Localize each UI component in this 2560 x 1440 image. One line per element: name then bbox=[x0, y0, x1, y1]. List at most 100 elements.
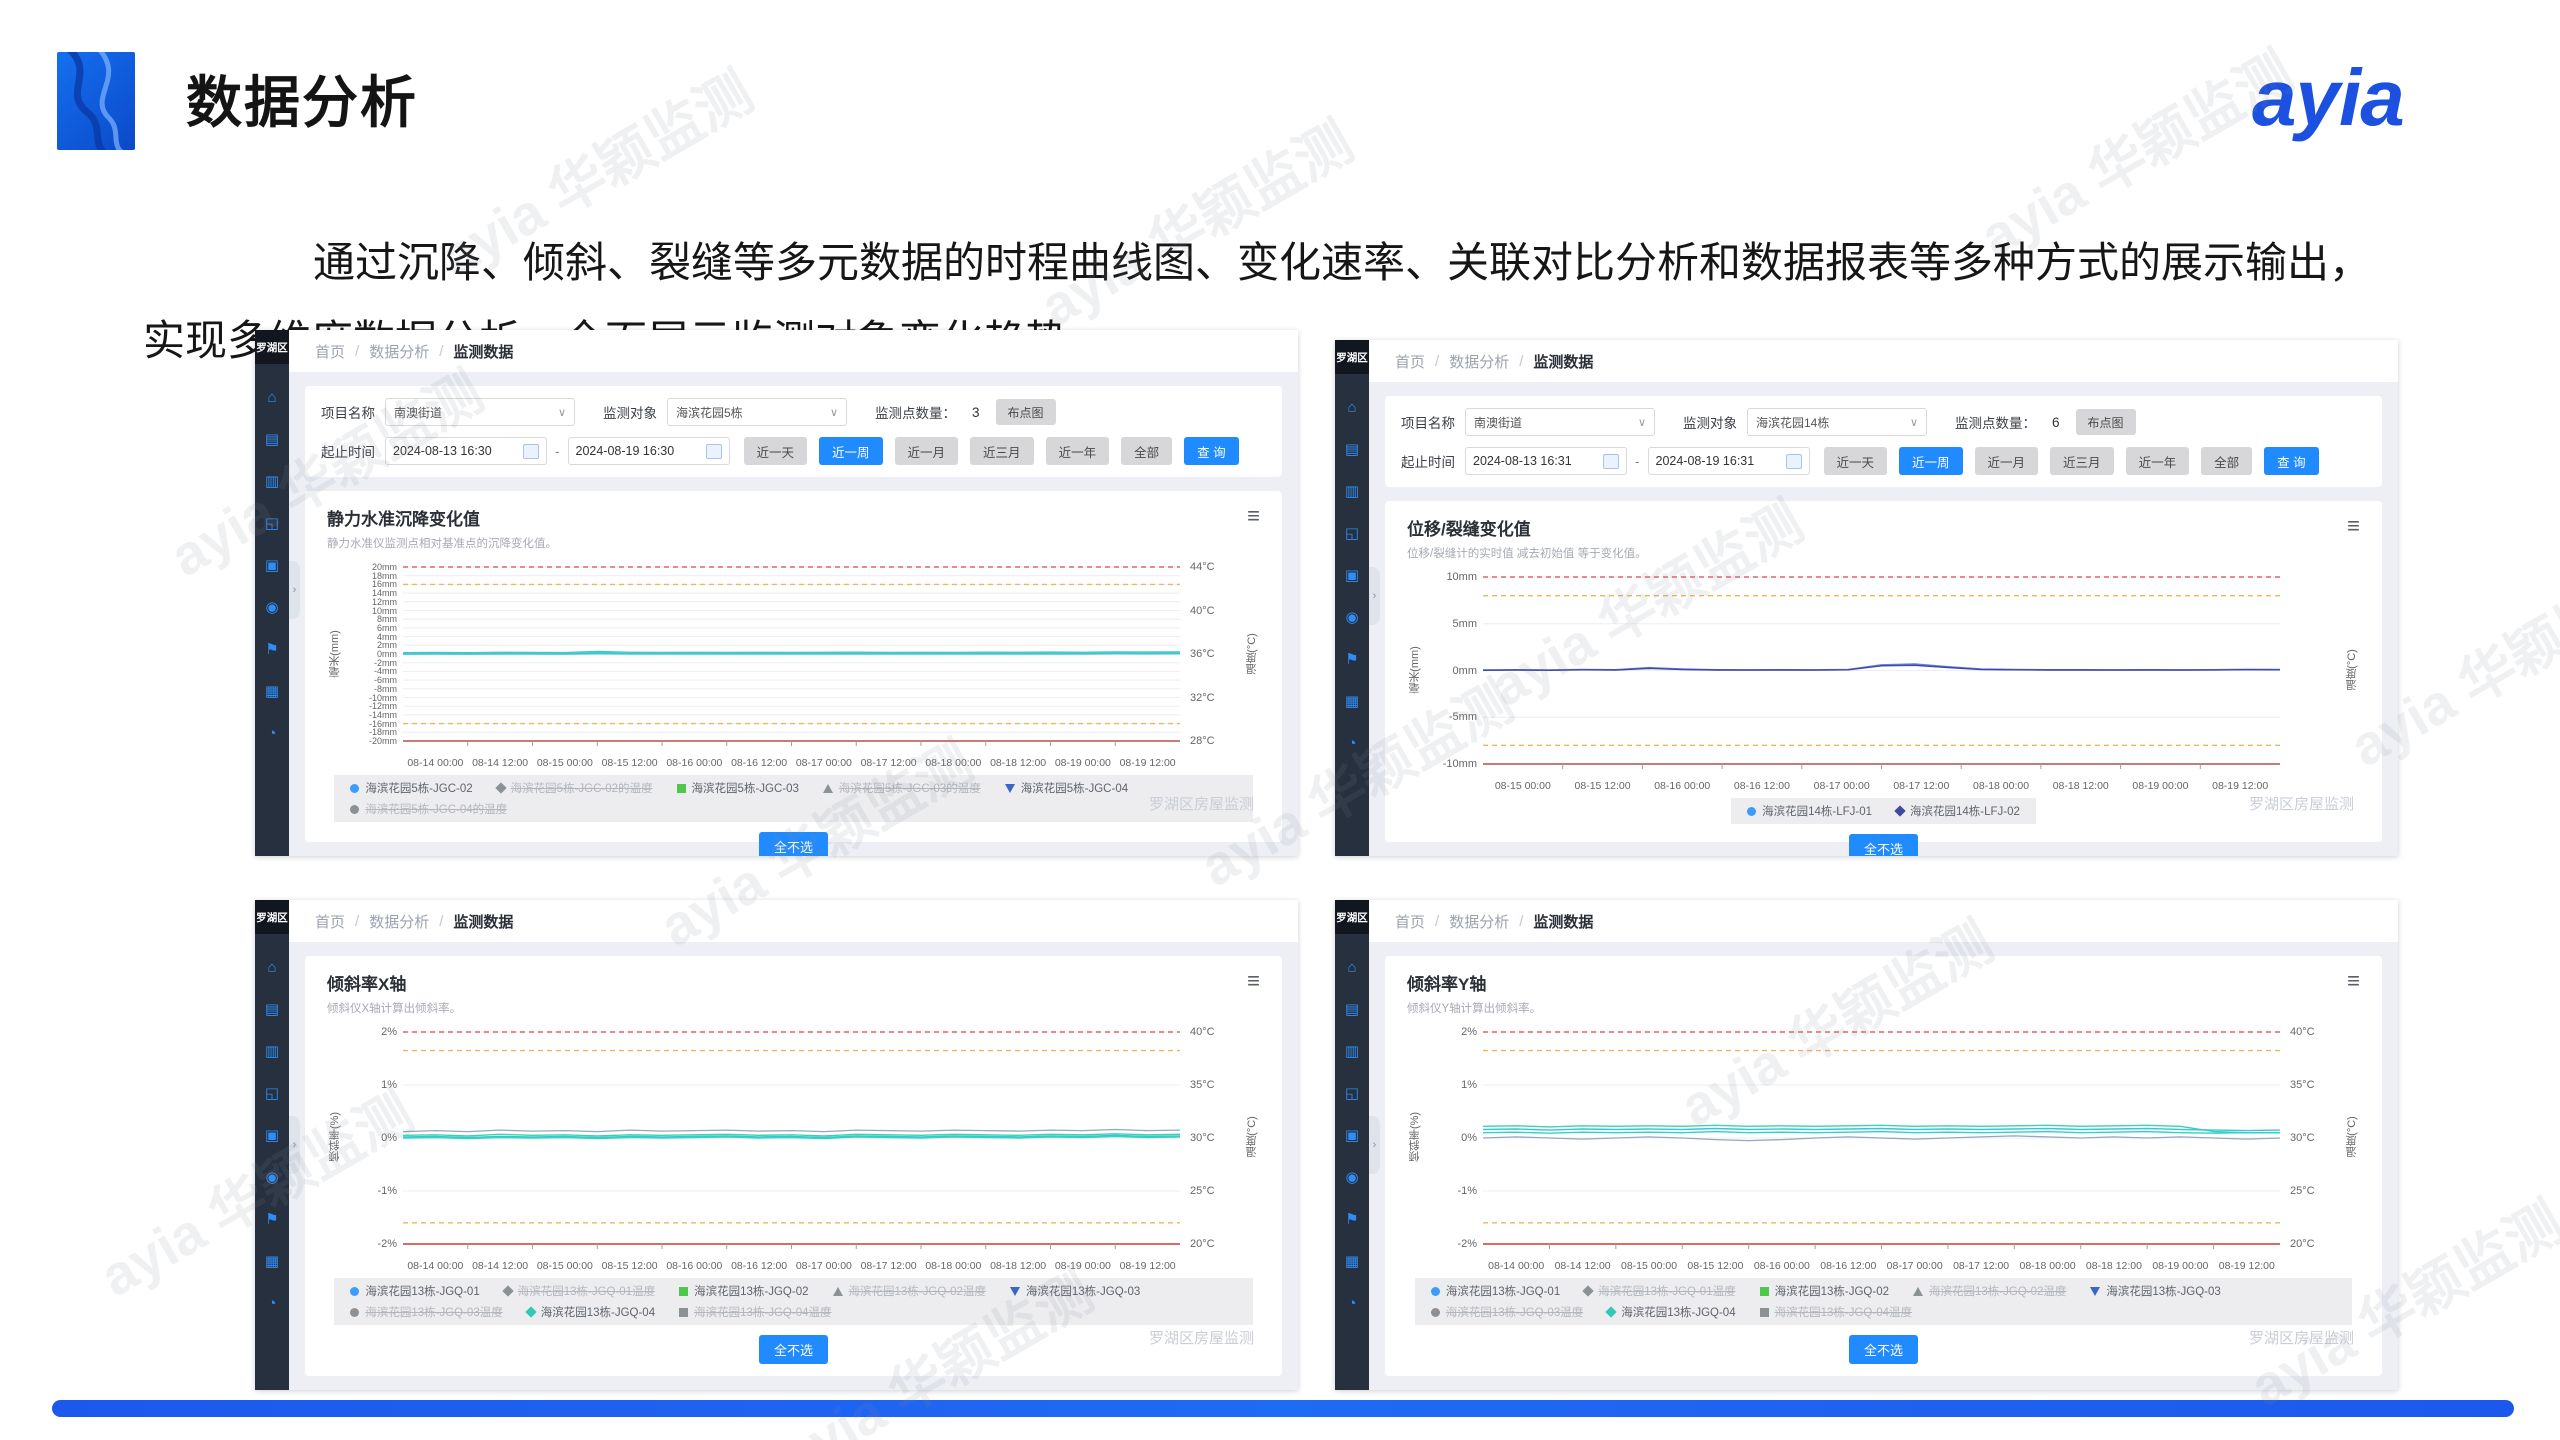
report-icon[interactable]: ▥ bbox=[1345, 1044, 1359, 1059]
home-icon[interactable]: ⌂ bbox=[1347, 960, 1356, 975]
statistics-icon[interactable]: ◔ bbox=[267, 1296, 276, 1311]
report-icon[interactable]: ▥ bbox=[265, 474, 279, 489]
range-button[interactable]: 近一周 bbox=[1899, 447, 1963, 475]
breadcrumb-home[interactable]: 首页 bbox=[1395, 911, 1425, 932]
target-select[interactable]: 海滨花园14栋∨ bbox=[1747, 408, 1927, 436]
flag-icon[interactable]: ⚑ bbox=[1345, 1212, 1358, 1227]
security-icon[interactable]: ◉ bbox=[1345, 610, 1358, 625]
legend-item[interactable]: 海滨花园5栋-JGC-04的温度 bbox=[350, 801, 507, 817]
legend-item[interactable]: 海滨花园14栋-LFJ-01 bbox=[1747, 803, 1872, 819]
layout-map-button[interactable]: 布点图 bbox=[2076, 409, 2136, 435]
flag-icon[interactable]: ⚑ bbox=[265, 642, 278, 657]
archive-icon[interactable]: ▦ bbox=[1345, 694, 1359, 709]
monitor-icon[interactable]: ◱ bbox=[1345, 526, 1359, 541]
legend-item[interactable]: 海滨花园13栋-JGQ-03温度 bbox=[1431, 1304, 1583, 1320]
legend-item[interactable]: 海滨花园13栋-JGQ-03温度 bbox=[350, 1304, 502, 1320]
legend-item[interactable]: 海滨花园13栋-JGQ-02温度 bbox=[1913, 1283, 2066, 1299]
breadcrumb-analysis[interactable]: 数据分析 bbox=[1449, 351, 1509, 372]
flag-icon[interactable]: ⚑ bbox=[1345, 652, 1358, 667]
range-button[interactable]: 近三月 bbox=[2050, 447, 2114, 475]
sidebar-expand-handle[interactable]: › bbox=[289, 1116, 300, 1174]
legend-item[interactable]: 海滨花园5栋-JGC-03 bbox=[677, 780, 799, 796]
chart-menu-icon[interactable]: ≡ bbox=[1247, 505, 1260, 527]
statistics-icon[interactable]: ◔ bbox=[267, 726, 276, 741]
range-button[interactable]: 全部 bbox=[1121, 437, 1172, 465]
archive-icon[interactable]: ▦ bbox=[265, 684, 279, 699]
archive-icon[interactable]: ▦ bbox=[1345, 1254, 1359, 1269]
home-icon[interactable]: ⌂ bbox=[267, 390, 276, 405]
range-button[interactable]: 全部 bbox=[2201, 447, 2252, 475]
legend-item[interactable]: 海滨花园5栋-JGC-04 bbox=[1005, 780, 1128, 796]
flag-icon[interactable]: ⚑ bbox=[265, 1212, 278, 1227]
device-icon[interactable]: ▣ bbox=[1345, 568, 1359, 583]
chart-menu-icon[interactable]: ≡ bbox=[2347, 515, 2360, 537]
legend-item[interactable]: 海滨花园13栋-JGQ-03 bbox=[1010, 1283, 1140, 1299]
legend-item[interactable]: 海滨花园14栋-LFJ-02 bbox=[1896, 803, 2020, 819]
breadcrumb-home[interactable]: 首页 bbox=[315, 341, 345, 362]
target-select[interactable]: 海滨花园5栋∨ bbox=[667, 398, 847, 426]
legend-item[interactable]: 海滨花园13栋-JGQ-03 bbox=[2090, 1283, 2220, 1299]
monitor-icon[interactable]: ◱ bbox=[265, 1086, 279, 1101]
legend-item[interactable]: 海滨花园13栋-JGQ-02 bbox=[679, 1283, 808, 1299]
breadcrumb-analysis[interactable]: 数据分析 bbox=[1449, 911, 1509, 932]
legend-item[interactable]: 海滨花园13栋-JGQ-02 bbox=[1760, 1283, 1889, 1299]
monitor-icon[interactable]: ◱ bbox=[265, 516, 279, 531]
end-date-input[interactable]: 2024-08-19 16:30 bbox=[568, 437, 730, 465]
range-button[interactable]: 近一年 bbox=[2126, 447, 2190, 475]
legend-item[interactable]: 海滨花园5栋-JGC-02的温度 bbox=[497, 780, 653, 796]
breadcrumb-home[interactable]: 首页 bbox=[315, 911, 345, 932]
range-button[interactable]: 近一年 bbox=[1046, 437, 1110, 465]
range-button[interactable]: 近三月 bbox=[970, 437, 1034, 465]
chart-menu-icon[interactable]: ≡ bbox=[2347, 970, 2360, 992]
breadcrumb-analysis[interactable]: 数据分析 bbox=[369, 911, 429, 932]
statistics-icon[interactable]: ◔ bbox=[1347, 736, 1356, 751]
home-icon[interactable]: ⌂ bbox=[1347, 400, 1356, 415]
device-icon[interactable]: ▣ bbox=[265, 558, 279, 573]
range-button[interactable]: 近一天 bbox=[1824, 447, 1888, 475]
security-icon[interactable]: ◉ bbox=[1345, 1170, 1358, 1185]
legend-item[interactable]: 海滨花园5栋-JGC-03的温度 bbox=[823, 780, 981, 796]
analysis-icon[interactable]: ▤ bbox=[265, 432, 279, 447]
analysis-icon[interactable]: ▤ bbox=[1345, 1002, 1359, 1017]
security-icon[interactable]: ◉ bbox=[265, 600, 278, 615]
sidebar-expand-handle[interactable]: › bbox=[1369, 567, 1380, 625]
device-icon[interactable]: ▣ bbox=[265, 1128, 279, 1143]
range-button[interactable]: 近一月 bbox=[895, 437, 959, 465]
legend-item[interactable]: 海滨花园13栋-JGQ-04温度 bbox=[679, 1304, 831, 1320]
layout-map-button[interactable]: 布点图 bbox=[996, 399, 1056, 425]
legend-item[interactable]: 海滨花园13栋-JGQ-04温度 bbox=[1760, 1304, 1912, 1320]
legend-item[interactable]: 海滨花园13栋-JGQ-02温度 bbox=[833, 1283, 986, 1299]
query-button[interactable]: 查 询 bbox=[1184, 437, 1238, 465]
report-icon[interactable]: ▥ bbox=[265, 1044, 279, 1059]
project-select[interactable]: 南澳街道∨ bbox=[385, 398, 575, 426]
range-button[interactable]: 近一天 bbox=[744, 437, 808, 465]
deselect-all-button[interactable]: 全不选 bbox=[759, 1335, 828, 1364]
legend-item[interactable]: 海滨花园13栋-JGQ-04 bbox=[1607, 1304, 1735, 1320]
legend-item[interactable]: 海滨花园13栋-JGQ-01 bbox=[1431, 1283, 1560, 1299]
monitor-icon[interactable]: ◱ bbox=[1345, 1086, 1359, 1101]
calendar-icon[interactable] bbox=[523, 444, 539, 459]
end-date-input[interactable]: 2024-08-19 16:31 bbox=[1648, 447, 1810, 475]
deselect-all-button[interactable]: 全不选 bbox=[1849, 1335, 1918, 1364]
archive-icon[interactable]: ▦ bbox=[265, 1254, 279, 1269]
legend-item[interactable]: 海滨花园13栋-JGQ-01温度 bbox=[1584, 1283, 1735, 1299]
legend-item[interactable]: 海滨花园5栋-JGC-02 bbox=[350, 780, 472, 796]
start-date-input[interactable]: 2024-08-13 16:31 bbox=[1465, 447, 1627, 475]
start-date-input[interactable]: 2024-08-13 16:30 bbox=[385, 437, 547, 465]
deselect-all-button[interactable]: 全不选 bbox=[1849, 834, 1918, 856]
statistics-icon[interactable]: ◔ bbox=[1347, 1296, 1356, 1311]
sidebar-expand-handle[interactable]: › bbox=[289, 561, 300, 619]
calendar-icon[interactable] bbox=[1786, 454, 1802, 469]
chart-menu-icon[interactable]: ≡ bbox=[1247, 970, 1260, 992]
analysis-icon[interactable]: ▤ bbox=[1345, 442, 1359, 457]
legend-item[interactable]: 海滨花园13栋-JGQ-01 bbox=[350, 1283, 479, 1299]
deselect-all-button[interactable]: 全不选 bbox=[759, 832, 828, 856]
analysis-icon[interactable]: ▤ bbox=[265, 1002, 279, 1017]
device-icon[interactable]: ▣ bbox=[1345, 1128, 1359, 1143]
calendar-icon[interactable] bbox=[1603, 454, 1619, 469]
report-icon[interactable]: ▥ bbox=[1345, 484, 1359, 499]
legend-item[interactable]: 海滨花园13栋-JGQ-04 bbox=[527, 1304, 655, 1320]
range-button[interactable]: 近一月 bbox=[1975, 447, 2039, 475]
breadcrumb-analysis[interactable]: 数据分析 bbox=[369, 341, 429, 362]
sidebar-expand-handle[interactable]: › bbox=[1369, 1116, 1380, 1174]
